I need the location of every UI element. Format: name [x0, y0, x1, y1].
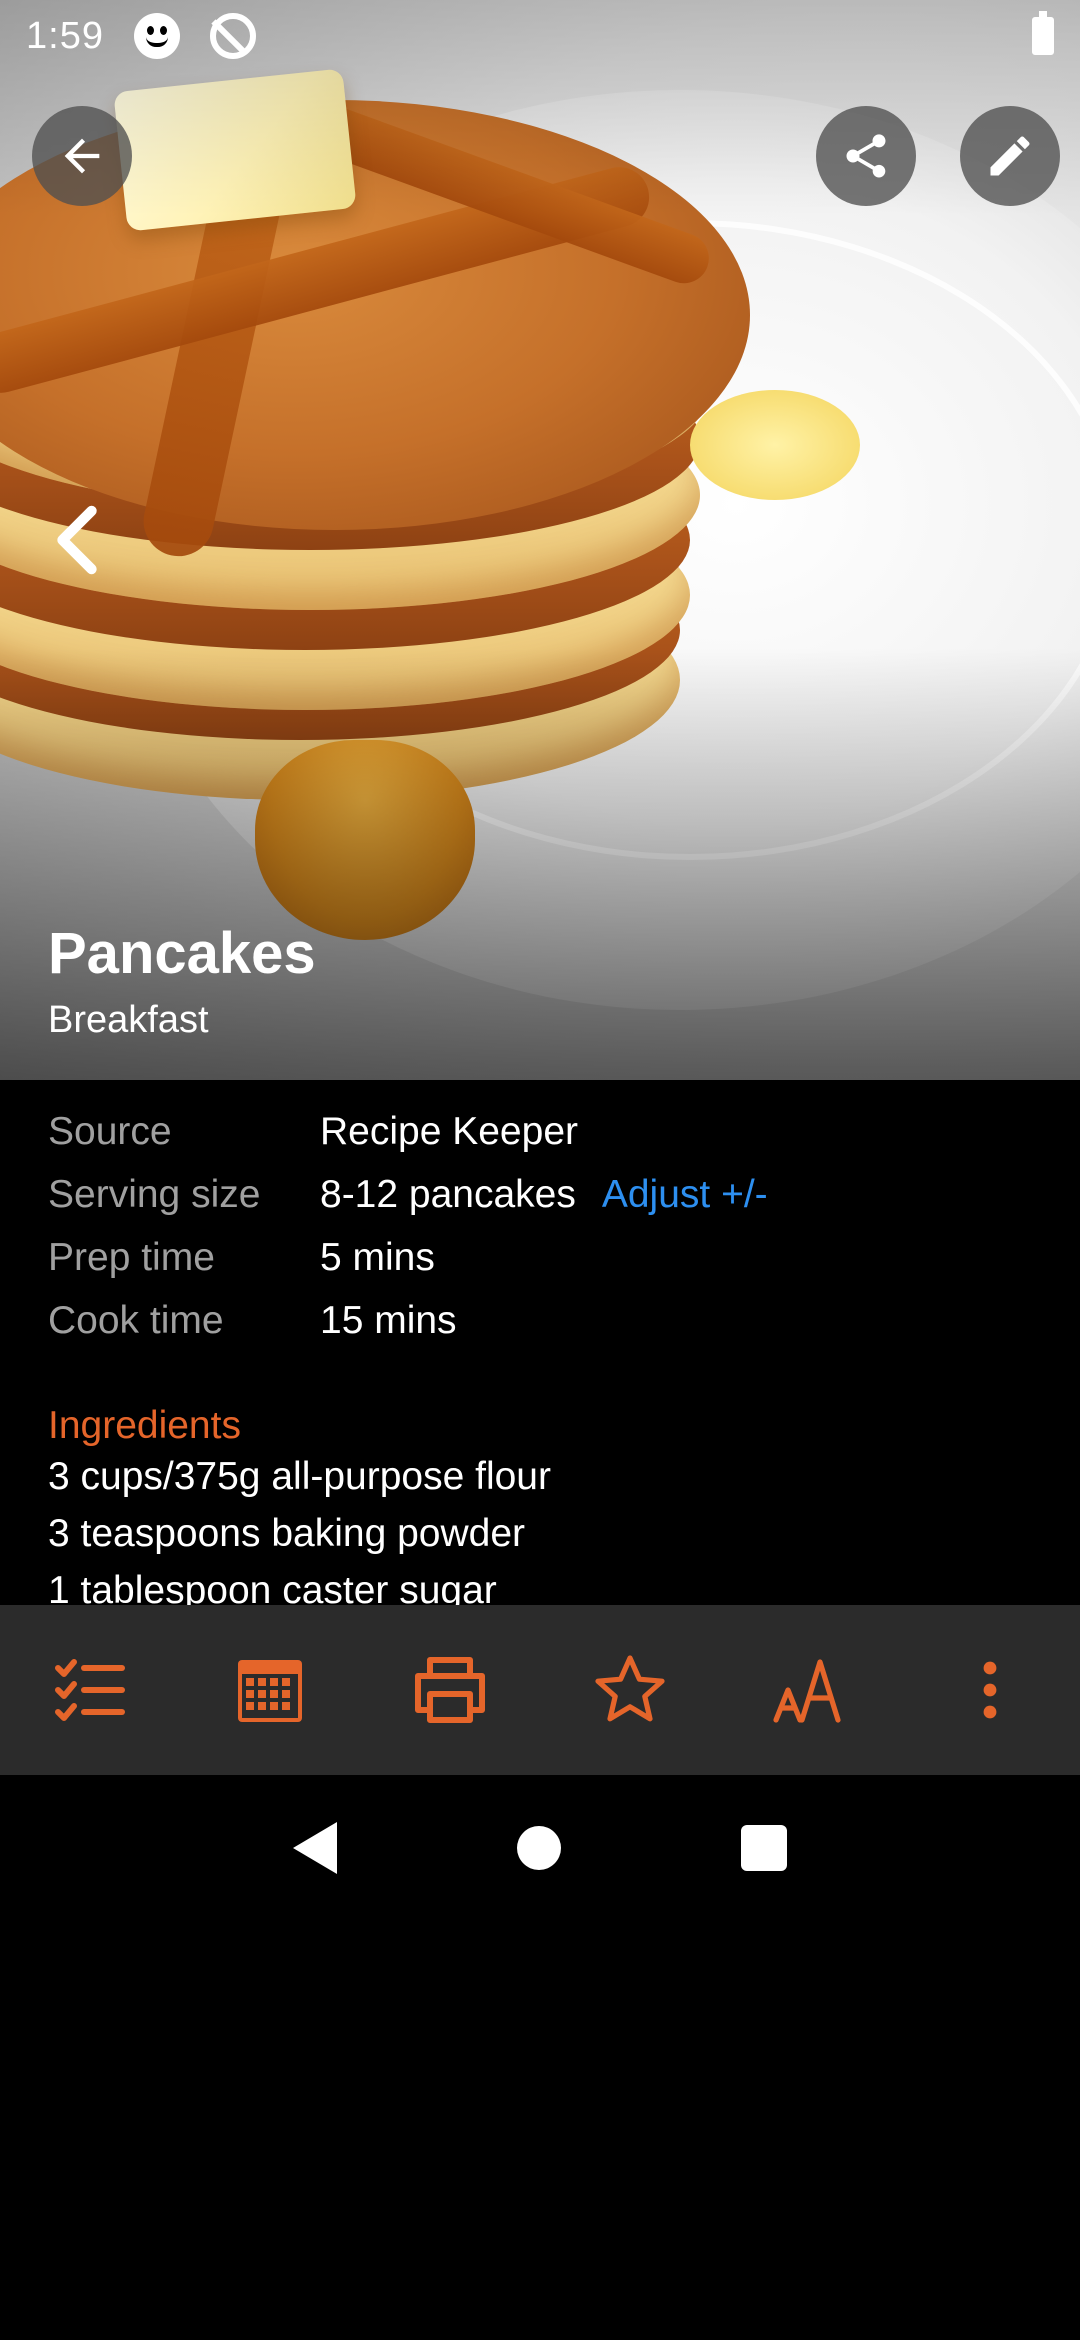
info-row-cook-time: Cook time 15 mins: [48, 1299, 1032, 1362]
pencil-icon: [990, 136, 1030, 176]
calendar-icon: [238, 1660, 302, 1722]
ingredient-item: 3 cups/375g all-purpose flour: [48, 1455, 551, 1498]
recipe-photo[interactable]: [0, 0, 1080, 1080]
info-label: Prep time: [48, 1236, 215, 1279]
battery-icon: [1032, 11, 1054, 55]
nav-recents-button[interactable]: [741, 1824, 787, 1871]
text-size-button[interactable]: [750, 1630, 870, 1750]
checklist-icon: [55, 1659, 125, 1721]
adjust-servings-link[interactable]: Adjust +/-: [602, 1173, 768, 1217]
recipe-details[interactable]: Source Recipe Keeper Serving size 8-12 p…: [0, 1080, 1080, 1605]
nav-back-button[interactable]: [293, 1821, 337, 1874]
previous-photo-button[interactable]: [42, 500, 112, 580]
more-options-button[interactable]: [930, 1630, 1050, 1750]
share-button[interactable]: [816, 106, 916, 206]
ingredient-item: 1 tablespoon caster sugar: [48, 1569, 497, 1605]
calendar-button[interactable]: [210, 1630, 330, 1750]
more-vert-icon: [983, 1661, 997, 1719]
checklist-button[interactable]: [30, 1630, 150, 1750]
system-navigation-bar: [0, 1775, 1080, 1920]
favorite-button[interactable]: [570, 1630, 690, 1750]
edit-button[interactable]: [960, 106, 1060, 206]
smiley-notification-icon: [133, 13, 180, 59]
recipe-category: Breakfast: [48, 999, 209, 1041]
info-label: Cook time: [48, 1299, 224, 1342]
printer-icon: [415, 1657, 485, 1723]
bottom-toolbar: [0, 1605, 1080, 1775]
info-row-prep-time: Prep time 5 mins: [48, 1236, 1032, 1299]
info-value: 15 mins: [320, 1299, 457, 1342]
info-value: 8-12 pancakes: [320, 1173, 576, 1216]
share-icon: [846, 134, 886, 178]
no-disturb-icon: [209, 13, 256, 59]
arrow-back-icon: [64, 138, 100, 174]
info-label: Source: [48, 1110, 172, 1153]
ingredients-heading: Ingredients: [48, 1404, 241, 1447]
text-size-icon: [773, 1659, 841, 1723]
print-button[interactable]: [390, 1630, 510, 1750]
recipe-title-block: Pancakes Breakfast: [48, 920, 316, 1042]
info-row-source: Source Recipe Keeper: [48, 1110, 1032, 1173]
info-value: 5 mins: [320, 1236, 435, 1279]
info-value: Recipe Keeper: [320, 1110, 578, 1153]
chevron-left-icon: [57, 505, 97, 575]
status-time: 1:59: [26, 14, 104, 57]
ingredient-item: 3 teaspoons baking powder: [48, 1512, 526, 1555]
nav-home-button[interactable]: [517, 1825, 561, 1870]
star-icon: [595, 1655, 665, 1722]
back-button[interactable]: [32, 106, 132, 206]
status-bar: 1:59: [0, 0, 1080, 72]
recipe-title: Pancakes: [48, 921, 316, 986]
info-label: Serving size: [48, 1173, 261, 1216]
info-row-serving-size: Serving size 8-12 pancakes Adjust +/-: [48, 1173, 1032, 1236]
